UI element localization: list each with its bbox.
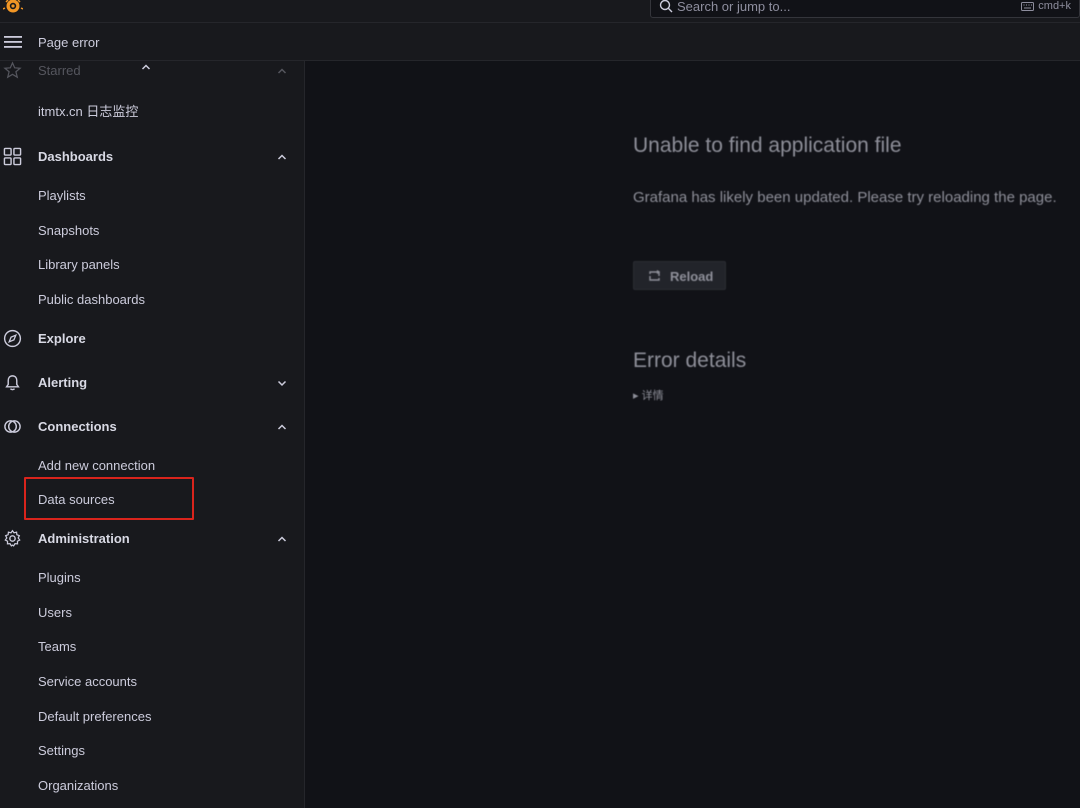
sidebar-item-label: Settings [38, 743, 85, 758]
sidebar-item-teams[interactable]: Teams [0, 629, 304, 663]
sidebar-item-settings[interactable]: Settings [0, 733, 304, 767]
search-placeholder: Search or jump to... [677, 0, 791, 14]
grafana-logo-icon[interactable] [2, 0, 24, 16]
menu-icon[interactable] [4, 35, 22, 49]
sidebar-item-label: Starred [38, 63, 81, 78]
main-content: Unable to find application file Grafana … [306, 61, 1080, 808]
sidebar-item-label: Dashboards [38, 149, 114, 164]
sidebar-item-administration[interactable]: Administration [0, 521, 304, 555]
sidebar-item-users[interactable]: Users [0, 595, 304, 629]
sidebar-item-snapshots[interactable]: Snapshots [0, 213, 304, 247]
sidebar-item-dashboards[interactable]: Dashboards [0, 139, 304, 173]
highlight-box [24, 477, 194, 520]
page-title: Page error [38, 35, 100, 50]
error-message: Grafana has likely been updated. Please … [633, 189, 1057, 206]
sidebar-item-starred[interactable]: Starred [0, 61, 304, 87]
top-bar: Search or jump to... cmd+k [0, 0, 1080, 23]
sidebar-item-default-preferences[interactable]: Default preferences [0, 699, 304, 733]
chevron-up-icon[interactable] [276, 532, 288, 544]
reload-label: Reload [670, 269, 714, 284]
sidebar-item-explore[interactable]: Explore [0, 321, 304, 355]
search-input[interactable]: Search or jump to... cmd+k [650, 0, 1080, 18]
sidebar-item-label: Organizations [38, 778, 119, 793]
sidebar-item-label: Administration [38, 531, 130, 546]
sidebar-item-service-accounts[interactable]: Service accounts [0, 664, 304, 698]
chevron-up-icon[interactable] [276, 150, 288, 162]
sidebar-item-organizations[interactable]: Organizations [0, 768, 304, 802]
sidebar-nav: Starred itmtx.cn 日志监控 Dashboards Playlis… [0, 61, 305, 808]
details-toggle[interactable]: ▸ 详情 [633, 387, 664, 403]
breadcrumb-bar: Page error [0, 23, 1080, 61]
sidebar-item-label: Explore [38, 331, 86, 346]
keyboard-shortcut: cmd+k [1021, 0, 1071, 12]
sidebar-item-label: Default preferences [38, 709, 152, 724]
error-details-title: Error details [633, 349, 747, 372]
gear-icon [3, 529, 22, 548]
reload-button[interactable]: Reload [633, 261, 726, 290]
bell-icon [3, 373, 22, 392]
keyboard-icon [1021, 1, 1035, 11]
chevron-up-icon[interactable] [276, 64, 288, 76]
sidebar-item-starred-dashboard[interactable]: itmtx.cn 日志监控 [0, 91, 304, 125]
sidebar-item-label: Public dashboards [38, 292, 145, 307]
sidebar-item-library-panels[interactable]: Library panels [0, 247, 304, 281]
sidebar-item-label: Service accounts [38, 674, 137, 689]
sidebar-item-label: Alerting [38, 375, 88, 390]
sidebar-item-label: Snapshots [38, 223, 100, 238]
chevron-up-icon[interactable] [140, 61, 152, 78]
sidebar-item-label: Library panels [38, 257, 120, 272]
sidebar-item-public-dashboards[interactable]: Public dashboards [0, 282, 304, 316]
sidebar-item-label: Add new connection [38, 458, 156, 473]
sidebar-item-alerting[interactable]: Alerting [0, 365, 304, 399]
search-icon [659, 0, 673, 13]
sync-icon [648, 270, 661, 282]
sidebar-item-connections[interactable]: Connections [0, 409, 304, 443]
chevron-down-icon[interactable] [276, 376, 288, 388]
chevron-up-icon[interactable] [276, 420, 288, 432]
shortcut-label: cmd+k [1038, 0, 1071, 12]
compass-icon [3, 329, 22, 348]
star-icon [3, 61, 22, 80]
error-title: Unable to find application file [633, 134, 902, 157]
sidebar-item-plugins[interactable]: Plugins [0, 560, 304, 594]
sidebar-item-label: Teams [38, 639, 77, 654]
sidebar-item-playlists[interactable]: Playlists [0, 178, 304, 212]
sidebar-item-label: itmtx.cn 日志监控 [38, 104, 139, 119]
sidebar-item-label: Plugins [38, 570, 81, 585]
connections-icon [3, 417, 22, 436]
sidebar-item-label: Connections [38, 419, 117, 434]
apps-grid-icon [3, 147, 22, 166]
sidebar-item-label: Playlists [38, 188, 86, 203]
sidebar-item-label: Users [38, 605, 72, 620]
